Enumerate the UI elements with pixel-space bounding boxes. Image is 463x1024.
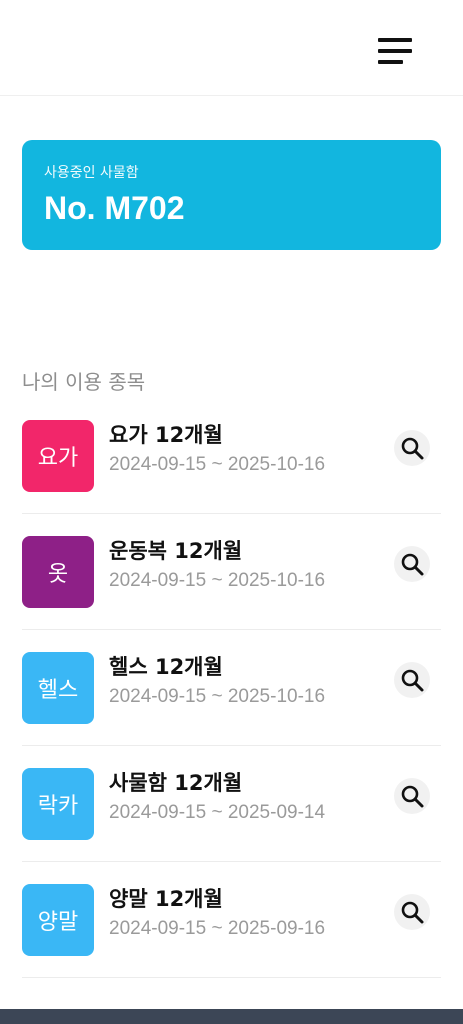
app-header [0,0,463,96]
list-item[interactable]: 락카 사물함 12개월 2024-09-15 ~ 2025-09-14 [22,746,441,862]
item-period: 2024-09-15 ~ 2025-10-16 [109,686,326,707]
item-badge: 헬스 [22,652,94,724]
item-period: 2024-09-15 ~ 2025-10-16 [109,570,326,591]
item-title: 운동복 12개월 [109,539,243,563]
search-icon [401,785,424,808]
list-item[interactable]: 헬스 헬스 12개월 2024-09-15 ~ 2025-10-16 [22,630,441,746]
search-icon [401,553,424,576]
item-period: 2024-09-15 ~ 2025-09-16 [109,918,326,939]
list-item[interactable]: 옷 운동복 12개월 2024-09-15 ~ 2025-10-16 [22,514,441,630]
list-item[interactable]: 요가 요가 12개월 2024-09-15 ~ 2025-10-16 [22,398,441,514]
hamburger-menu-icon[interactable] [368,30,420,72]
item-title: 사물함 12개월 [109,771,243,795]
search-button[interactable] [394,662,430,698]
search-button[interactable] [394,430,430,466]
item-badge: 옷 [22,536,94,608]
bottom-nav-bar [0,1009,463,1024]
section-title: 나의 이용 종목 [22,370,146,394]
search-icon [401,669,424,692]
search-button[interactable] [394,546,430,582]
item-title: 헬스 12개월 [109,655,223,679]
item-title: 양말 12개월 [109,887,223,911]
locker-caption: 사용중인 사물함 [44,165,139,181]
search-button[interactable] [394,894,430,930]
list-item[interactable]: 양말 양말 12개월 2024-09-15 ~ 2025-09-16 [22,862,441,978]
search-icon [401,437,424,460]
item-badge: 락카 [22,768,94,840]
locker-card[interactable]: 사용중인 사물함 No. M702 [22,140,441,250]
search-icon [401,901,424,924]
locker-number: No. M702 [44,190,185,226]
membership-list: 요가 요가 12개월 2024-09-15 ~ 2025-10-16 옷 운동복… [22,398,441,978]
menu-line [378,49,412,53]
item-period: 2024-09-15 ~ 2025-10-16 [109,454,326,475]
item-badge: 요가 [22,420,94,492]
search-button[interactable] [394,778,430,814]
item-badge: 양말 [22,884,94,956]
menu-line [378,60,403,64]
item-title: 요가 12개월 [109,423,223,447]
item-period: 2024-09-15 ~ 2025-09-14 [109,802,326,823]
menu-line [378,38,412,42]
